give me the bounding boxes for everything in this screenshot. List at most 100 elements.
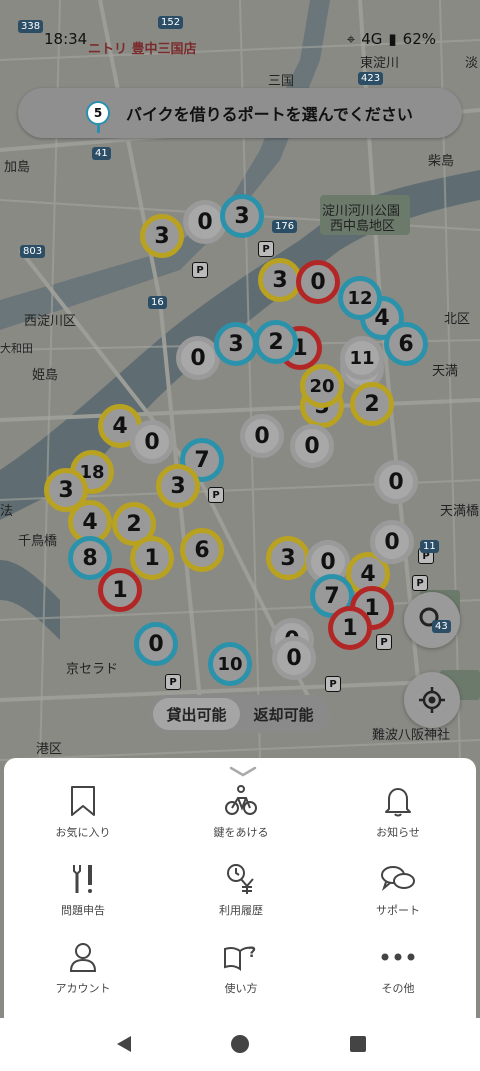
banner-text: バイクを借りるポートを選んでください xyxy=(126,105,413,124)
parking-icon: P xyxy=(376,634,392,650)
port-marker[interactable]: 3 xyxy=(140,214,184,258)
menu-label: 問題申告 xyxy=(61,904,105,917)
recents-button[interactable] xyxy=(346,1032,370,1056)
map-label: 三国 xyxy=(268,74,295,89)
back-icon xyxy=(117,1036,131,1052)
parking-icon: P xyxy=(258,241,274,257)
port-marker[interactable]: 0 xyxy=(290,424,334,468)
port-marker[interactable]: 11 xyxy=(340,336,384,380)
home-button[interactable] xyxy=(228,1032,252,1056)
menu-how-to-use[interactable]: ? 使い方 xyxy=(162,940,320,996)
menu-unlock[interactable]: 鍵をあける xyxy=(162,784,320,840)
parking-icon: P xyxy=(325,676,341,692)
map-label: 西中島地区 xyxy=(330,219,396,234)
port-marker[interactable]: 20 xyxy=(300,364,344,408)
road-number-label: 43 xyxy=(432,620,451,633)
parking-icon: P xyxy=(165,674,181,690)
port-marker[interactable]: 0 xyxy=(272,636,316,680)
port-marker[interactable]: 12 xyxy=(338,276,382,320)
parking-icon: P xyxy=(208,487,224,503)
road-number-label: 11 xyxy=(420,540,439,553)
map-label: 東淀川 xyxy=(360,56,400,71)
port-marker[interactable]: 2 xyxy=(254,320,298,364)
more-dots-icon xyxy=(381,953,415,961)
map-label: 法 xyxy=(0,504,14,519)
current-location-button[interactable] xyxy=(404,672,460,728)
road-number-label: 423 xyxy=(358,72,384,85)
port-marker[interactable]: 3 xyxy=(266,536,310,580)
map-label: 姫島 xyxy=(32,368,59,383)
bell-icon xyxy=(385,788,411,817)
port-marker[interactable]: 1 xyxy=(98,568,142,612)
return-available-tab[interactable]: 返却可能 xyxy=(240,698,327,730)
history-yen-icon xyxy=(227,864,254,894)
menu-label: 鍵をあける xyxy=(213,826,269,839)
svg-text:?: ? xyxy=(248,945,256,961)
menu-label: アカウント xyxy=(55,982,111,995)
instruction-banner: 5 バイクを借りるポートを選んでください xyxy=(18,88,462,138)
map-label: 柴島 xyxy=(428,154,455,169)
port-marker[interactable]: 1 xyxy=(328,606,372,650)
tools-icon xyxy=(73,865,92,893)
collapse-chevron-icon[interactable] xyxy=(228,764,258,778)
port-marker[interactable]: 10 xyxy=(208,642,252,686)
map-label: 大和田 xyxy=(0,342,33,355)
port-marker[interactable]: 6 xyxy=(180,528,224,572)
port-marker[interactable]: 3 xyxy=(214,322,258,366)
port-marker[interactable]: 3 xyxy=(220,194,264,238)
map-label: 加島 xyxy=(4,160,31,175)
map-label: 西淀川区 xyxy=(24,314,77,329)
rent-available-tab[interactable]: 貸出可能 xyxy=(153,698,240,730)
menu-label: サポート xyxy=(376,904,420,917)
status-time: 18:34 xyxy=(44,30,88,48)
map-label: 京セラド xyxy=(66,662,119,677)
road-number-label: 152 xyxy=(158,16,184,29)
menu-history[interactable]: 利用履歴 xyxy=(162,862,320,918)
port-marker[interactable]: 0 xyxy=(374,460,418,504)
port-marker[interactable]: 0 xyxy=(296,260,340,304)
menu-label: お知らせ xyxy=(376,826,420,839)
menu-label: その他 xyxy=(381,982,415,995)
location-icon: ⌖ xyxy=(346,30,356,48)
menu-other[interactable]: その他 xyxy=(320,940,476,996)
road-number-label: 41 xyxy=(92,147,111,160)
menu-support[interactable]: サポート xyxy=(320,862,476,918)
home-icon xyxy=(231,1035,249,1053)
road-number-label: 16 xyxy=(148,296,167,309)
signal-label: 4G xyxy=(361,30,383,48)
road-number-label: 803 xyxy=(20,245,46,258)
port-marker[interactable]: 3 xyxy=(156,464,200,508)
port-marker[interactable]: 0 xyxy=(370,520,414,564)
book-question-icon: ? xyxy=(224,945,256,971)
battery-level: 62% xyxy=(402,30,436,48)
step-pin-icon: 5 xyxy=(86,101,110,133)
port-marker[interactable]: 0 xyxy=(240,414,284,458)
map-label: 淡 xyxy=(465,56,479,71)
map-label: 天満 xyxy=(432,364,459,379)
bookmark-icon xyxy=(71,786,95,816)
menu-report-problem[interactable]: 問題申告 xyxy=(4,862,162,918)
recents-icon xyxy=(350,1036,366,1052)
map-label: 千鳥橋 xyxy=(18,534,58,549)
road-number-label: 338 xyxy=(18,20,44,33)
port-marker[interactable]: 0 xyxy=(134,622,178,666)
person-icon xyxy=(69,943,97,972)
map-label: 北区 xyxy=(444,312,471,327)
port-marker[interactable]: 1 xyxy=(130,536,174,580)
battery-icon: ▮ xyxy=(388,30,397,48)
port-marker[interactable]: 0 xyxy=(130,420,174,464)
port-marker[interactable]: 2 xyxy=(350,382,394,426)
map-label: 天満橋 xyxy=(440,504,480,519)
back-button[interactable] xyxy=(112,1032,136,1056)
menu-label: 利用履歴 xyxy=(219,904,263,917)
port-marker[interactable]: 6 xyxy=(384,322,428,366)
menu-notifications[interactable]: お知らせ xyxy=(320,784,476,840)
map-label: 港区 xyxy=(36,742,63,757)
menu-label: 使い方 xyxy=(224,982,258,995)
menu-favorites[interactable]: お気に入り xyxy=(4,784,162,840)
system-nav-bar xyxy=(0,1018,480,1071)
locate-icon xyxy=(419,687,445,713)
parking-icon: P xyxy=(412,575,428,591)
menu-account[interactable]: アカウント xyxy=(4,940,162,996)
chat-bubbles-icon xyxy=(381,866,415,892)
